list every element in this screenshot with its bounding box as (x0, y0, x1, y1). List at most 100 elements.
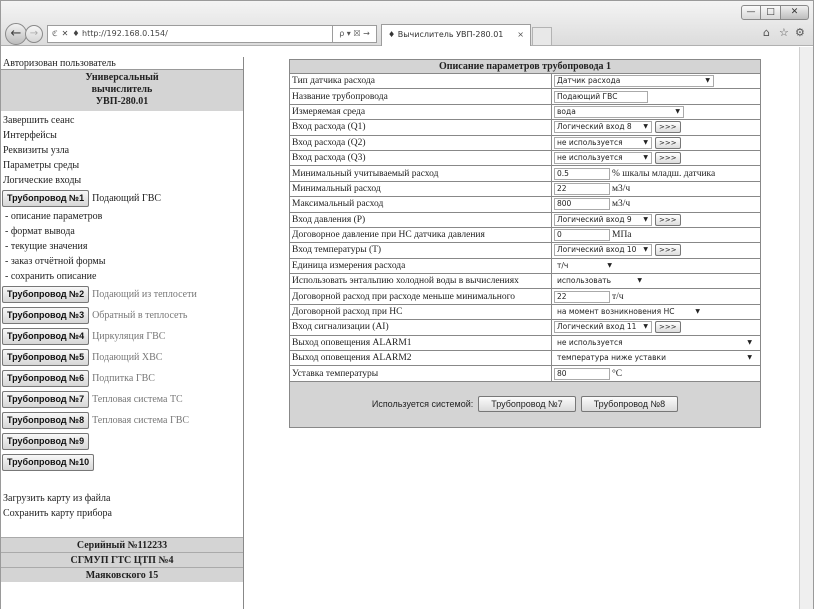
pipeline-5-button[interactable]: Трубопровод №5 (2, 349, 90, 366)
favorites-star-icon[interactable]: ☆ (779, 26, 789, 39)
contract-flow-ns-select[interactable]: на момент возникновения НС (554, 306, 704, 319)
medium-select[interactable]: вода (554, 105, 684, 118)
pipeline-submenu: - описание параметров - формат вывода - … (1, 209, 243, 284)
row-label: Вход расхода (Q2) (289, 134, 552, 151)
table-row: Уставка температуры 80 °С (289, 365, 761, 382)
q1-input-select[interactable]: Логический вход 8 (554, 121, 652, 134)
table-row: Вход расхода (Q2) не используется>>> (289, 134, 761, 151)
alarm-input-select[interactable]: Логический вход 11 (554, 321, 652, 334)
pipeline-7-button[interactable]: Трубопровод №7 (2, 391, 90, 408)
browser-toolbar: — □ ✕ ← → ℭ ✕ ♦ http://192.168.0.154/ ρ ▾ … (1, 1, 813, 46)
pipeline-1-button[interactable]: Трубопровод №1 (2, 190, 90, 207)
stop-icon[interactable]: ✕ (62, 29, 69, 38)
temperature-input-select[interactable]: Логический вход 10 (554, 244, 652, 257)
row-label: Единица измерения расхода (289, 257, 552, 275)
table-row: Единица измерения расхода т/ч (289, 257, 761, 275)
flow-unit-select[interactable]: т/ч (554, 259, 616, 272)
table-row: Договорное давление при НС датчика давле… (289, 226, 761, 244)
sidebar-links: Завершить сеанс Интерфейсы Реквизиты узл… (1, 113, 243, 188)
table-row: Вход давления (P) Логический вход 9>>> (289, 211, 761, 228)
pipeline-row: Трубопровод №3 Обратный в теплосеть (1, 305, 243, 326)
vertical-scrollbar[interactable] (799, 47, 813, 609)
node-details-link[interactable]: Реквизиты узла (3, 143, 243, 158)
table-row: Название трубопровода Подающий ГВС (289, 88, 761, 105)
logical-inputs-link[interactable]: Логические входы (3, 173, 243, 188)
browser-window: — □ ✕ ← → ℭ ✕ ♦ http://192.168.0.154/ ρ ▾ … (0, 0, 814, 609)
pipeline-9-button[interactable]: Трубопровод №9 (2, 433, 90, 450)
unit-label: м3/ч (612, 183, 631, 194)
contract-pressure-input[interactable]: 0 (554, 229, 610, 242)
medium-params-link[interactable]: Параметры среды (3, 158, 243, 173)
pipeline-2-button[interactable]: Трубопровод №2 (2, 286, 90, 303)
pipe-name-input[interactable]: Подающий ГВС (554, 90, 648, 103)
used-by-panel: Используется системой: Трубопровод №7 Тр… (289, 381, 761, 428)
temperature-goto-button[interactable]: >>> (655, 244, 681, 257)
pipeline-3-name: Обратный в теплосеть (92, 309, 188, 321)
device-title: Универсальный вычислитель УВП-280.01 (1, 70, 243, 111)
pipeline-row: Трубопровод №9 (1, 431, 243, 452)
interfaces-link[interactable]: Интерфейсы (3, 128, 243, 143)
new-tab-button[interactable] (532, 27, 552, 45)
pipeline-row: Трубопровод №6 Подпитка ГВС (1, 368, 243, 389)
submenu-params-description[interactable]: - описание параметров (1, 209, 243, 224)
address: Маяковского 15 (1, 567, 243, 582)
table-row: Вход расхода (Q3) не используется>>> (289, 149, 761, 167)
temp-setpoint-input[interactable]: 80 (554, 367, 610, 380)
logout-link[interactable]: Завершить сеанс (3, 113, 243, 128)
max-flow-input[interactable]: 800 (554, 198, 610, 211)
pipeline-4-button[interactable]: Трубопровод №4 (2, 328, 90, 345)
pressure-goto-button[interactable]: >>> (655, 213, 681, 226)
table-row: Минимальный расход 22 м3/ч (289, 180, 761, 198)
address-bar[interactable]: ℭ ✕ ♦ http://192.168.0.154/ (47, 25, 333, 43)
enthalpy-select[interactable]: использовать (554, 275, 646, 288)
row-label: Вход температуры (T) (289, 242, 552, 259)
used-by-label: Используется системой: (371, 399, 474, 410)
min-account-flow-input[interactable]: 0.5 (554, 167, 610, 180)
alarm-input-goto-button[interactable]: >>> (655, 321, 681, 334)
load-map-link[interactable]: Загрузить карту из файла (1, 491, 243, 506)
q2-goto-button[interactable]: >>> (655, 136, 681, 149)
contract-flow-low-input[interactable]: 22 (554, 290, 610, 303)
params-table: Описание параметров трубопровода 1 Тип д… (289, 59, 761, 382)
search-dropdown[interactable]: ρ ▾ ☒ → (333, 25, 377, 43)
pressure-input-select[interactable]: Логический вход 9 (554, 213, 652, 226)
table-row: Договорной расход при расходе меньше мин… (289, 288, 761, 305)
submenu-report-order[interactable]: - заказ отчётной формы (1, 254, 243, 269)
submenu-output-format[interactable]: - формат вывода (1, 224, 243, 239)
pipeline-6-button[interactable]: Трубопровод №6 (2, 370, 90, 387)
close-window-button[interactable]: ✕ (781, 5, 809, 20)
alarm2-select[interactable]: температура ниже уставки (554, 352, 756, 365)
browser-tab[interactable]: ♦ Вычислитель УВП-280.01 × (381, 24, 531, 46)
maximize-button[interactable]: □ (761, 5, 781, 20)
home-icon[interactable]: ⌂ (763, 26, 770, 39)
serial-number: Серийный №112233 (1, 537, 243, 552)
unit-label: м3/ч (612, 199, 631, 210)
min-flow-input[interactable]: 22 (554, 182, 610, 195)
table-row: Вход температуры (T) Логический вход 10>… (289, 242, 761, 259)
compat-view-icon[interactable]: ℭ (52, 29, 58, 38)
submenu-save-description[interactable]: - сохранить описание (1, 269, 243, 284)
minimize-button[interactable]: — (741, 5, 761, 20)
q3-input-select[interactable]: не используется (554, 152, 652, 165)
pipeline-10-button[interactable]: Трубопровод №10 (2, 454, 95, 471)
used-by-pipeline-8-button[interactable]: Трубопровод №8 (580, 396, 679, 413)
submenu-current-values[interactable]: - текущие значения (1, 239, 243, 254)
q1-goto-button[interactable]: >>> (655, 121, 681, 134)
table-row: Выход оповещения ALARM2 температура ниже… (289, 350, 761, 367)
pipeline-3-button[interactable]: Трубопровод №3 (2, 307, 90, 324)
back-button[interactable]: ← (5, 23, 27, 45)
alarm1-select[interactable]: не используется (554, 336, 756, 349)
used-by-pipeline-7-button[interactable]: Трубопровод №7 (478, 396, 576, 413)
forward-button[interactable]: → (25, 25, 43, 43)
tab-title: Вычислитель УВП-280.01 (397, 30, 504, 39)
q2-input-select[interactable]: не используется (554, 136, 652, 149)
sensor-type-select[interactable]: Датчик расхода (554, 75, 714, 88)
tab-close-icon[interactable]: × (517, 25, 524, 45)
q3-goto-button[interactable]: >>> (655, 152, 681, 165)
form-header: Описание параметров трубопровода 1 (289, 59, 761, 74)
save-map-link[interactable]: Сохранить карту прибора (1, 506, 243, 521)
device-title-line: Универсальный (85, 72, 159, 83)
settings-gear-icon[interactable]: ⚙ (795, 26, 805, 39)
row-label: Выход оповещения ALARM2 (289, 350, 552, 367)
pipeline-8-button[interactable]: Трубопровод №8 (2, 412, 90, 429)
